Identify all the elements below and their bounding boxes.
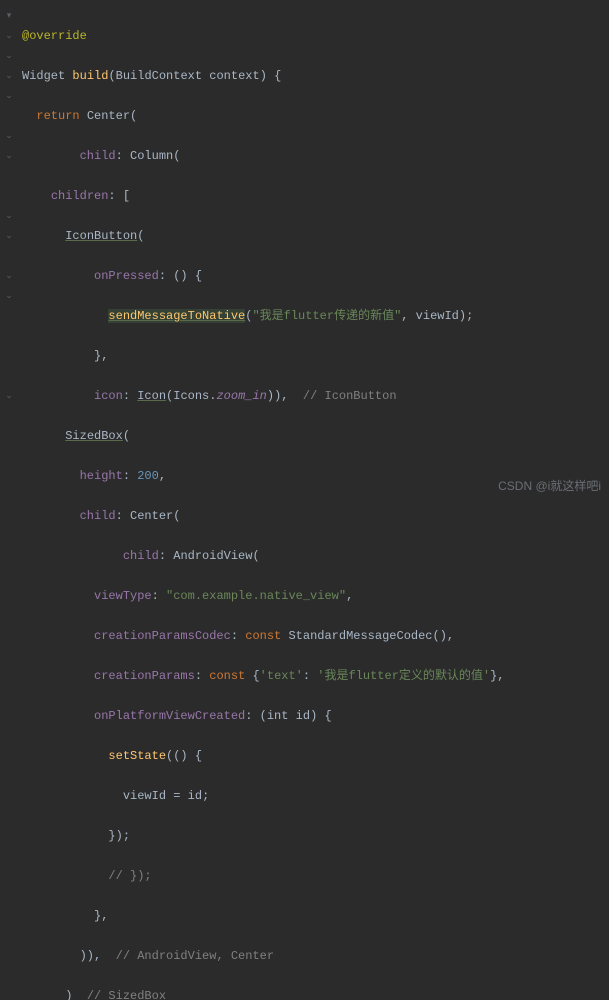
code-line[interactable]: child: Column( — [22, 146, 505, 166]
fold-icon[interactable]: ⌄ — [0, 46, 18, 66]
fold-icon[interactable]: ⌄ — [0, 146, 18, 166]
code-line[interactable]: }, — [22, 906, 505, 926]
code-line[interactable]: setState(() { — [22, 746, 505, 766]
code-line[interactable]: }, — [22, 346, 505, 366]
code-line[interactable]: }); — [22, 826, 505, 846]
fold-icon[interactable]: ⌄ — [0, 266, 18, 286]
code-line[interactable]: child: AndroidView( — [22, 546, 505, 566]
fold-icon[interactable]: ⌄ — [0, 206, 18, 226]
fold-gutter: ▾ ⌄ ⌄ ⌄ ⌄ ⌄ ⌄ ⌄ ⌄ ⌄ ⌄ ⌄ — [0, 0, 18, 500]
code-line[interactable]: creationParamsCodec: const StandardMessa… — [22, 626, 505, 646]
fold-icon[interactable]: ⌄ — [0, 126, 18, 146]
code-line[interactable]: height: 200, — [22, 466, 505, 486]
code-line[interactable]: IconButton( — [22, 226, 505, 246]
code-line[interactable]: viewId = id; — [22, 786, 505, 806]
code-line[interactable]: creationParams: const {'text': '我是flutte… — [22, 666, 505, 686]
code-line[interactable]: onPressed: () { — [22, 266, 505, 286]
fold-icon[interactable]: ⌄ — [0, 66, 18, 86]
code-line[interactable]: @override — [22, 26, 505, 46]
fold-icon[interactable]: ▾ — [0, 6, 18, 26]
code-line[interactable]: SizedBox( — [22, 426, 505, 446]
fold-icon[interactable]: ⌄ — [0, 286, 18, 306]
fold-icon[interactable]: ⌄ — [0, 386, 18, 406]
code-line[interactable]: )), // AndroidView, Center — [22, 946, 505, 966]
code-line[interactable]: // }); — [22, 866, 505, 886]
code-line[interactable]: Widget build(BuildContext context) { — [22, 66, 505, 86]
code-line[interactable]: onPlatformViewCreated: (int id) { — [22, 706, 505, 726]
fold-icon[interactable]: ⌄ — [0, 26, 18, 46]
watermark: CSDN @i就这样吧i — [498, 476, 601, 496]
code-line[interactable]: viewType: "com.example.native_view", — [22, 586, 505, 606]
code-line[interactable]: ) // SizedBox — [22, 986, 505, 1000]
fold-icon[interactable]: ⌄ — [0, 226, 18, 246]
code-area[interactable]: @override Widget build(BuildContext cont… — [18, 0, 505, 500]
code-line[interactable]: icon: Icon(Icons.zoom_in)), // IconButto… — [22, 386, 505, 406]
code-line[interactable]: child: Center( — [22, 506, 505, 526]
code-editor[interactable]: ▾ ⌄ ⌄ ⌄ ⌄ ⌄ ⌄ ⌄ ⌄ ⌄ ⌄ ⌄ @override Widget… — [0, 0, 609, 500]
code-line[interactable]: children: [ — [22, 186, 505, 206]
code-line[interactable]: sendMessageToNative("我是flutter传递的新值", vi… — [22, 306, 505, 326]
fold-icon[interactable]: ⌄ — [0, 86, 18, 106]
code-line[interactable]: return Center( — [22, 106, 505, 126]
